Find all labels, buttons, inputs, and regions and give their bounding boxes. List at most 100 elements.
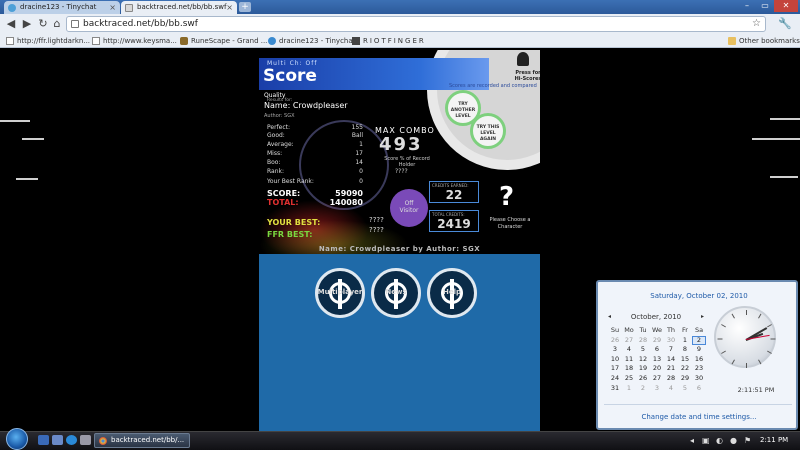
- calendar-week: 10 11 12 13 14 15 16: [608, 355, 706, 365]
- bookmark-item[interactable]: http://www.keysma...: [92, 34, 177, 48]
- calendar-day[interactable]: 30: [664, 336, 678, 346]
- calendar-day[interactable]: 2: [692, 335, 706, 346]
- next-month-icon[interactable]: ▸: [701, 313, 704, 320]
- help-button[interactable]: Help: [427, 268, 477, 318]
- tab-backtraced[interactable]: backtraced.net/bb/bb.swf ×: [121, 1, 237, 14]
- internet-explorer-icon[interactable]: [66, 435, 77, 445]
- calendar-day[interactable]: 27: [650, 374, 664, 384]
- stat-value: 1: [359, 141, 363, 148]
- calendar-day[interactable]: 12: [636, 355, 650, 365]
- calendar-day[interactable]: 6: [650, 345, 664, 355]
- change-date-time-link[interactable]: Change date and time settings...: [598, 413, 800, 421]
- calendar-day[interactable]: 1: [678, 336, 692, 346]
- calendar-day[interactable]: 29: [650, 336, 664, 346]
- calendar-day[interactable]: 4: [622, 345, 636, 355]
- stat-label: Your Best Rank:: [267, 178, 314, 185]
- hiscores-button[interactable]: Press for Hi-Scores: [511, 70, 540, 82]
- quick-launch-icon[interactable]: [80, 435, 91, 445]
- bookmark-label: http://www.keysma...: [103, 37, 177, 45]
- volume-icon[interactable]: ◐: [716, 436, 723, 445]
- taskbar-chrome-window[interactable]: backtraced.net/bb/...: [94, 433, 190, 448]
- character-select-icon[interactable]: ?: [499, 182, 514, 212]
- switch-windows-icon[interactable]: [52, 435, 63, 445]
- calendar-day[interactable]: 21: [664, 364, 678, 374]
- tab-close-icon[interactable]: ×: [109, 1, 116, 14]
- riotfinger-icon: [352, 37, 360, 45]
- divider: [604, 404, 792, 405]
- reload-icon[interactable]: ↻: [36, 17, 50, 31]
- flash-game[interactable]: Multi Ch: Off Score Press for Hi-Scores …: [259, 50, 540, 433]
- bookmark-item[interactable]: http://ffr.lightdarkn...: [6, 34, 90, 48]
- calendar-day[interactable]: 15: [678, 355, 692, 365]
- calendar-day[interactable]: 16: [692, 355, 706, 365]
- calendar-day[interactable]: 6: [692, 384, 706, 394]
- month-nav: ◂ October, 2010 ▸: [608, 313, 704, 323]
- news-button[interactable]: News: [371, 268, 421, 318]
- calendar-day[interactable]: 22: [678, 364, 692, 374]
- calendar-day[interactable]: 28: [664, 374, 678, 384]
- weekday-label: Mo: [624, 326, 634, 334]
- visitor-badge[interactable]: Off Visitor: [390, 189, 428, 227]
- network-icon[interactable]: ▣: [702, 436, 710, 445]
- try-again-button[interactable]: TRY THIS LEVEL AGAIN: [470, 113, 506, 149]
- calendar-day[interactable]: 1: [622, 384, 636, 394]
- tray-app-icon[interactable]: ●: [730, 436, 737, 445]
- bookmark-item[interactable]: dracine123 - Tinychat: [268, 34, 355, 48]
- wrench-menu-icon[interactable]: 🔧: [778, 17, 792, 30]
- window-close-icon[interactable]: ✕: [774, 0, 798, 12]
- calendar-day[interactable]: 24: [608, 374, 622, 384]
- calendar-day[interactable]: 4: [664, 384, 678, 394]
- calendar-day[interactable]: 2: [636, 384, 650, 394]
- calendar-day[interactable]: 30: [692, 374, 706, 384]
- total-label: TOTAL:: [267, 198, 299, 207]
- new-tab-button[interactable]: +: [239, 2, 251, 12]
- calendar-day[interactable]: 7: [664, 345, 678, 355]
- bookmark-star-icon[interactable]: ☆: [752, 17, 761, 31]
- month-label[interactable]: October, 2010: [608, 313, 704, 321]
- calendar-day[interactable]: 3: [650, 384, 664, 394]
- home-icon[interactable]: ⌂: [50, 17, 64, 31]
- calendar-day[interactable]: 29: [678, 374, 692, 384]
- calendar-day[interactable]: 11: [622, 355, 636, 365]
- stat-label: Boo:: [267, 159, 281, 166]
- tray-arrow-icon[interactable]: ◂: [690, 436, 694, 445]
- multiplayer-button[interactable]: Multiplayer: [315, 268, 365, 318]
- show-desktop-icon[interactable]: [38, 435, 49, 445]
- calendar-day[interactable]: 31: [608, 384, 622, 394]
- calendar-day[interactable]: 28: [636, 336, 650, 346]
- tab-close-icon[interactable]: ×: [226, 1, 233, 14]
- calendar-day[interactable]: 14: [664, 355, 678, 365]
- taskbar-clock[interactable]: 2:11 PM: [760, 432, 788, 448]
- tray-flag-icon[interactable]: ⚑: [744, 436, 751, 445]
- calendar-day[interactable]: 27: [622, 336, 636, 346]
- calendar-day[interactable]: 26: [636, 374, 650, 384]
- calendar-day[interactable]: 19: [636, 364, 650, 374]
- tab-tinychat[interactable]: dracine123 - Tinychat ×: [4, 1, 120, 14]
- calendar-day[interactable]: 17: [608, 364, 622, 374]
- start-orb-icon[interactable]: [6, 428, 28, 450]
- maximize-icon[interactable]: ▭: [756, 0, 774, 12]
- stat-value: 155: [351, 124, 363, 131]
- calendar-day[interactable]: 20: [650, 364, 664, 374]
- calendar-day[interactable]: 13: [650, 355, 664, 365]
- calendar-day[interactable]: 3: [608, 345, 622, 355]
- calendar-day[interactable]: 5: [678, 384, 692, 394]
- calendar-day[interactable]: 23: [692, 364, 706, 374]
- address-bar[interactable]: backtraced.net/bb/bb.swf ☆: [66, 16, 766, 32]
- bookmark-item[interactable]: RuneScape - Grand ...: [180, 34, 267, 48]
- forward-icon[interactable]: ▶: [20, 17, 34, 31]
- ffr-best-label: FFR BEST:: [267, 230, 313, 239]
- bookmark-item[interactable]: RIOTFINGER: [352, 34, 426, 48]
- other-bookmarks[interactable]: Other bookmarks: [728, 34, 800, 48]
- calendar-day[interactable]: 18: [622, 364, 636, 374]
- calendar-day[interactable]: 25: [622, 374, 636, 384]
- calendar-day[interactable]: 26: [608, 336, 622, 346]
- calendar-day[interactable]: 10: [608, 355, 622, 365]
- back-icon[interactable]: ◀: [4, 17, 18, 31]
- ffr-best-value: ????: [369, 226, 384, 234]
- full-date-link[interactable]: Saturday, October 02, 2010: [598, 292, 800, 300]
- minimize-icon[interactable]: –: [738, 0, 756, 12]
- calendar-day[interactable]: 9: [692, 345, 706, 355]
- calendar-day[interactable]: 5: [636, 345, 650, 355]
- calendar-day[interactable]: 8: [678, 345, 692, 355]
